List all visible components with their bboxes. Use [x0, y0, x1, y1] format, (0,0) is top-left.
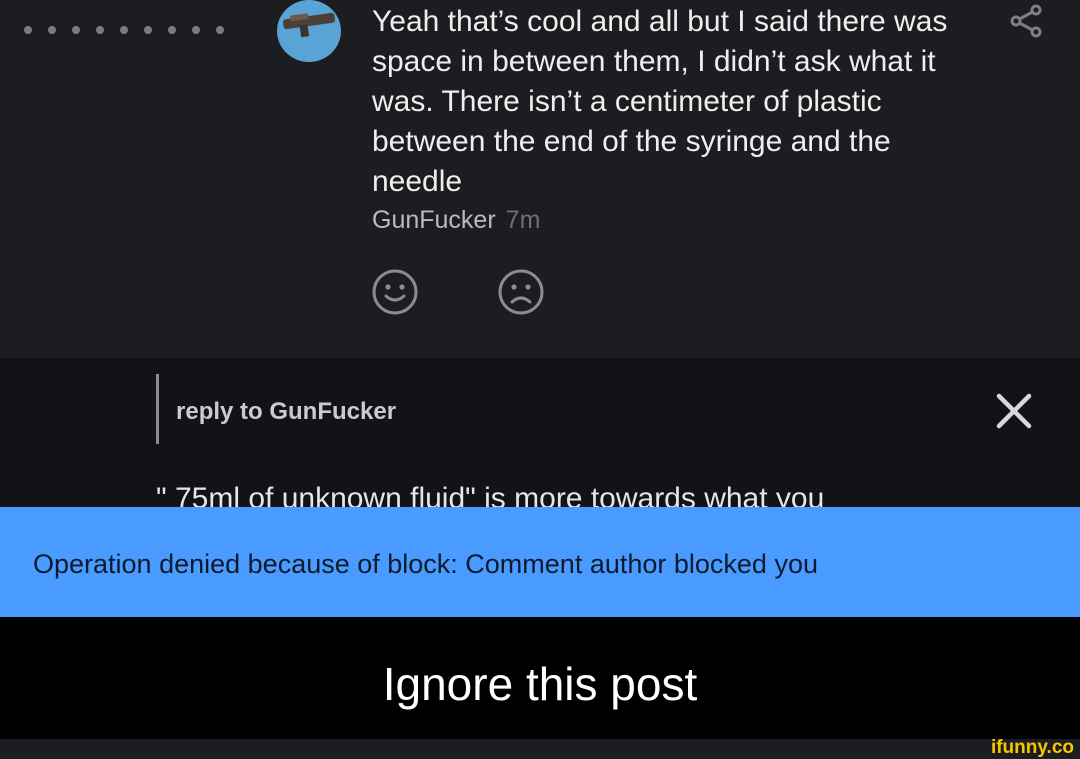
caption-bar: Ignore this post	[0, 617, 1080, 739]
avatar[interactable]	[277, 0, 341, 62]
frown-icon[interactable]	[498, 269, 544, 315]
watermark-logo: ifunny.co	[990, 737, 1074, 758]
comment-time: 7m	[505, 206, 541, 234]
comment-card: Yeah that’s cool and all but I said ther…	[0, 0, 1080, 358]
toast-message: Operation denied because of block: Comme…	[33, 549, 818, 579]
smile-icon[interactable]	[372, 269, 418, 315]
share-icon[interactable]	[1010, 4, 1044, 43]
caption-text: Ignore this post	[382, 658, 698, 710]
thread-dots-icon	[24, 26, 224, 34]
footer-strip	[0, 739, 1080, 759]
comment-text: Yeah that’s cool and all but I said ther…	[372, 5, 948, 198]
comment-meta: GunFucker 7m	[372, 204, 540, 236]
close-icon[interactable]	[995, 392, 1033, 430]
reply-indicator-bar	[156, 374, 159, 444]
reply-draft-input[interactable]: " 75ml of unknown fluid" is more towards…	[156, 482, 824, 508]
error-toast: Operation denied because of block: Comme…	[0, 507, 1080, 617]
comment-author[interactable]: GunFucker	[372, 206, 496, 234]
reply-label: reply to GunFucker	[176, 398, 397, 425]
reply-panel: reply to GunFucker " 75ml of unknown flu…	[0, 358, 1080, 508]
